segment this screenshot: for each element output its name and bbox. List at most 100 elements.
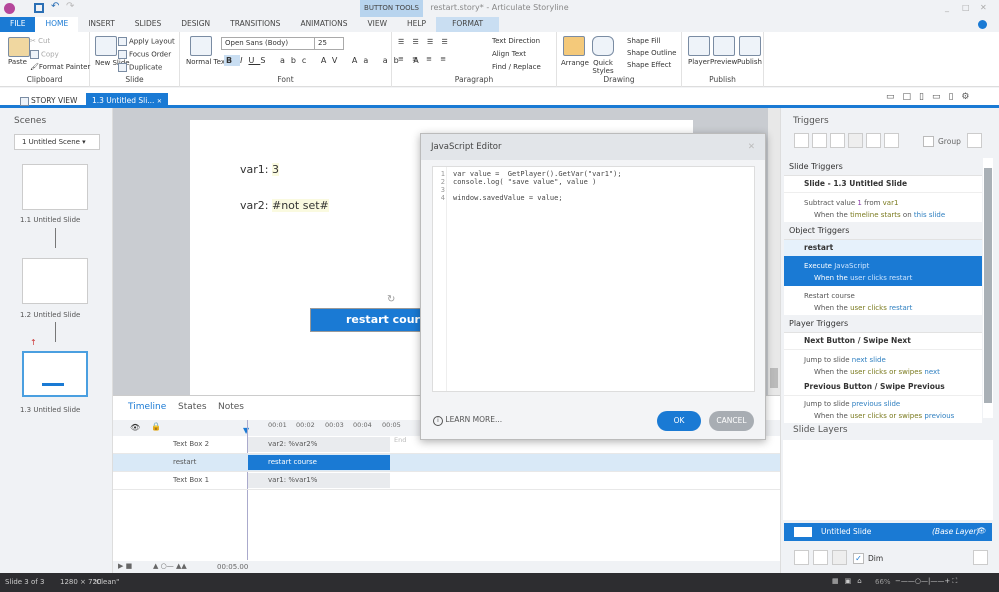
tab-slides[interactable]: SLIDES	[125, 17, 171, 32]
focus-order-button[interactable]: Focus Order	[118, 50, 171, 59]
scenes-title: Scenes	[14, 116, 47, 126]
trigger-item[interactable]: Subtract value 1 from var1 When the timel…	[784, 193, 982, 223]
trigger-group-previous[interactable]: Previous Button / Swipe Previous	[784, 379, 982, 396]
triggers-scrollbar[interactable]	[983, 158, 993, 418]
edit-trigger-icon[interactable]	[812, 133, 827, 148]
trigger-item[interactable]: Restart course When the user clicks resta…	[784, 286, 982, 316]
code-line: window.savedValue = value;	[453, 194, 563, 202]
play-icon[interactable]: ▶ ■	[118, 562, 132, 570]
zoom-slider[interactable]: ▲ ○— ▲▲	[153, 562, 187, 570]
text-direction-button[interactable]: Text Direction	[492, 37, 540, 45]
timeline-row-selected[interactable]: restart restart course	[113, 454, 780, 472]
var1-textbox[interactable]: var1: 3	[240, 163, 279, 176]
timeline-bar[interactable]: var2: %var2%	[248, 437, 390, 452]
tab-design[interactable]: DESIGN	[171, 17, 220, 32]
visibility-icon[interactable]: 👁	[130, 423, 140, 432]
base-layer-row[interactable]: Untitled Slide (Base Layer) 👁	[784, 523, 992, 541]
format-painter-button[interactable]: 🖌Format Painter	[30, 63, 90, 71]
publish-group: Player Preview Publish Publish	[682, 32, 764, 87]
tab-home[interactable]: HOME	[35, 17, 79, 32]
cut-button[interactable]: ✂ Cut	[30, 37, 50, 45]
trigger-item-selected[interactable]: Execute JavaScript When the user clicks r…	[784, 256, 982, 286]
list-buttons[interactable]: ☰ ☰ ☰ ☰	[398, 38, 451, 46]
ribbon: Paste ✂ Cut Copy 🖌Format Painter Clipboa…	[0, 32, 999, 87]
tab-view[interactable]: VIEW	[357, 17, 397, 32]
cut-label: Cut	[38, 37, 51, 45]
player-button[interactable]: Player	[688, 58, 710, 66]
trigger-item[interactable]: Jump to slide previous slide When the use…	[784, 396, 982, 423]
restart-button[interactable]: restart cours	[310, 308, 425, 332]
close-icon[interactable]: ✕	[748, 142, 755, 152]
copy-button[interactable]: Copy	[30, 50, 59, 59]
title-bar: ↶ ↷ restart.story* - Articulate Storylin…	[0, 0, 999, 17]
ok-button[interactable]: OK	[657, 411, 701, 431]
paste-trigger-icon[interactable]	[848, 133, 863, 148]
zoom-slider[interactable]: −——○—|——+ ⛶	[895, 577, 957, 586]
group-checkbox[interactable]	[923, 136, 934, 147]
align-buttons[interactable]: ≡ ≡ ≡ ≡	[398, 55, 449, 63]
tab-transitions[interactable]: TRANSITIONS	[220, 17, 290, 32]
tab-notes[interactable]: Notes	[218, 402, 244, 412]
tab-format[interactable]: FORMAT	[436, 17, 500, 32]
trigger-group-restart[interactable]: restart	[784, 240, 982, 257]
cancel-button[interactable]: CANCEL	[709, 411, 754, 431]
slide-triggers-header: Slide Triggers	[784, 158, 982, 176]
tab-states[interactable]: States	[178, 402, 207, 412]
var2-textbox[interactable]: var2: #not set#	[240, 199, 329, 212]
minimize-button[interactable]: _	[945, 3, 949, 12]
publish-button[interactable]: Publish	[737, 58, 762, 66]
learn-more-link[interactable]: i LEARN MORE...	[433, 415, 502, 426]
quick-styles-button[interactable]: Quick Styles	[590, 59, 616, 75]
view-mode-icons[interactable]: ▦▣⌂	[832, 577, 868, 585]
canvas-scrollbar[interactable]	[768, 108, 780, 395]
delete-layer-icon[interactable]	[832, 550, 847, 565]
tab-animations[interactable]: ANIMATIONS	[290, 17, 357, 32]
tab-insert[interactable]: INSERT	[78, 17, 125, 32]
tab-timeline[interactable]: Timeline	[128, 402, 166, 412]
move-trigger-icon[interactable]	[884, 133, 899, 148]
slide-thumbnail-selected[interactable]	[22, 351, 88, 397]
shape-effect-button[interactable]: Shape Effect	[627, 61, 671, 69]
timeline-bar[interactable]: var1: %var1%	[248, 473, 390, 488]
trigger-group-slide[interactable]: Slide - 1.3 Untitled Slide	[784, 176, 982, 193]
eye-icon[interactable]: 👁	[977, 526, 987, 535]
delete-trigger-icon[interactable]	[866, 133, 881, 148]
duplicate-button[interactable]: Duplicate	[118, 63, 162, 72]
slide-thumbnail[interactable]	[22, 258, 88, 304]
layer-settings-icon[interactable]	[973, 550, 988, 565]
trigger-item[interactable]: Jump to slide next slide When the user cl…	[784, 350, 982, 380]
close-tab-icon[interactable]: ✕	[157, 98, 162, 105]
trigger-group-next[interactable]: Next Button / Swipe Next	[784, 333, 982, 350]
preview-button[interactable]: Preview	[710, 58, 737, 66]
lock-icon[interactable]: 🔒	[151, 422, 161, 431]
timeline-bar[interactable]: restart course	[248, 455, 390, 470]
timeline-row[interactable]: Text Box 1 var1: %var1%	[113, 472, 780, 490]
help-icon[interactable]	[978, 20, 987, 29]
arrange-button[interactable]: Arrange	[561, 59, 589, 67]
normal-text-button[interactable]: Normal Text	[186, 58, 228, 66]
device-preview-icons[interactable]: ▭□▯▭▯⚙	[886, 92, 977, 102]
copy-trigger-icon[interactable]	[830, 133, 845, 148]
tab-help[interactable]: HELP	[397, 17, 436, 32]
code-editor[interactable]: 1 2 3 4 var value = GetPlayer().GetVar("…	[432, 166, 755, 392]
duplicate-layer-icon[interactable]	[813, 550, 828, 565]
scene-select[interactable]: 1 Untitled Scene ▾	[14, 134, 100, 150]
new-layer-icon[interactable]	[794, 550, 809, 565]
close-button[interactable]: ✕	[980, 3, 987, 12]
rotate-handle-icon[interactable]: ↻	[387, 294, 395, 305]
find-replace-button[interactable]: Find / Replace	[492, 63, 541, 71]
font-name-select[interactable]: Open Sans (Body)	[221, 37, 315, 50]
shape-outline-button[interactable]: Shape Outline	[627, 49, 676, 57]
new-trigger-icon[interactable]	[794, 133, 809, 148]
paste-button[interactable]: Paste	[8, 58, 27, 66]
trigger-view-icon[interactable]	[967, 133, 982, 148]
maximize-button[interactable]: □	[962, 3, 970, 12]
apply-layout-button[interactable]: Apply Layout	[118, 37, 175, 46]
trigger-action: Jump to slide previous slide	[804, 400, 901, 408]
font-size-select[interactable]: 25	[314, 37, 344, 50]
dim-checkbox[interactable]: ✓	[853, 553, 864, 564]
align-text-button[interactable]: Align Text	[492, 50, 526, 58]
slide-thumbnail[interactable]	[22, 164, 88, 210]
tab-file[interactable]: FILE	[0, 17, 36, 32]
shape-fill-button[interactable]: Shape Fill	[627, 37, 661, 45]
